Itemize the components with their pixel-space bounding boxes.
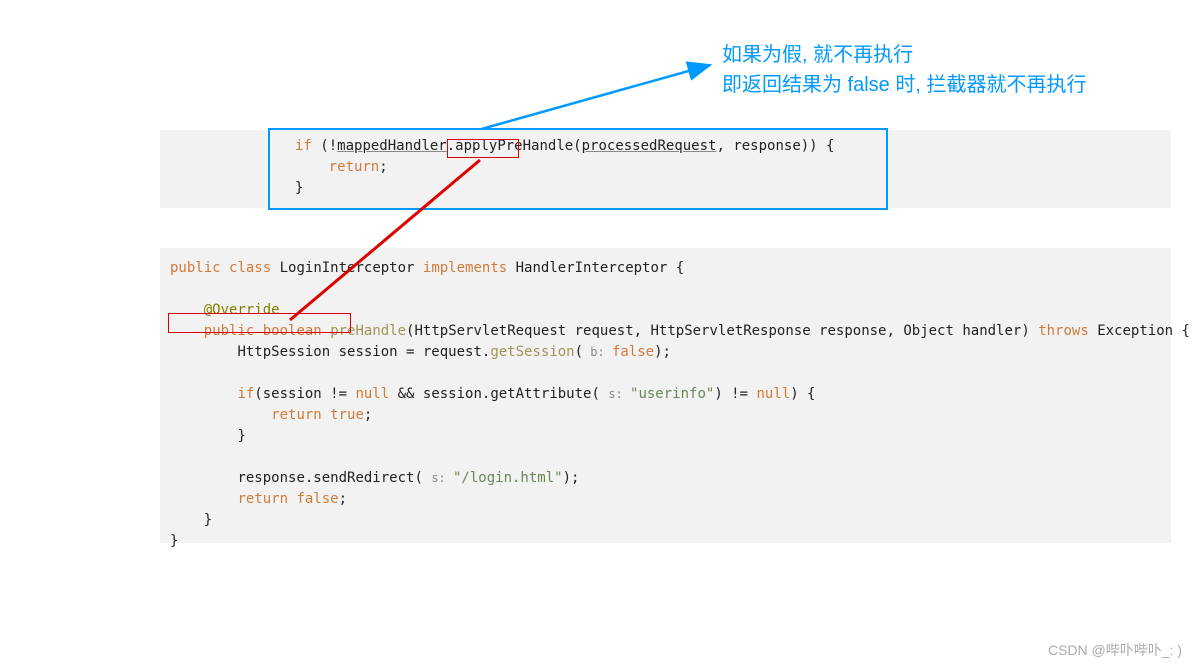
ifcond-a: (session != [254,386,355,402]
kw-if2: if [237,386,254,402]
lparen: ( [573,138,581,154]
redirect-b: ); [563,470,580,486]
kw-boolean: boolean [263,323,322,339]
mappedHandler: mappedHandler [337,138,447,154]
rbrace4: } [170,533,178,549]
annotation-line1: 如果为假, 就不再执行 [722,40,1086,70]
kw-return3: return [237,491,288,507]
annotation-text: 如果为假, 就不再执行 即返回结果为 false 时, 拦截器就不再执行 [722,40,1086,100]
semi: ; [379,159,387,175]
processedRequest: processedRequest [582,138,717,154]
dot-apply: .apply [447,138,498,154]
kw-true: true [330,407,364,423]
iface: HandlerInterceptor { [507,260,684,276]
rbrace2: } [237,428,245,444]
kw-throws: throws [1038,323,1089,339]
rest-args: , response)) { [716,138,834,154]
kw-implements: implements [423,260,507,276]
ifcond-b: ) != [714,386,756,402]
method-preHandle: preHandle [330,323,406,339]
annotation-line2: 即返回结果为 false 时, 拦截器就不再执行 [722,70,1086,100]
session-line-a: HttpSession session = request. [237,344,490,360]
PreHandle-call: PreHandle [497,138,573,154]
kw-false: false [612,344,654,360]
and-op: && session.getAttribute( [389,386,608,402]
anno-override: @Override [204,302,280,318]
code-block-interceptor: public class LoginInterceptor implements… [160,248,1171,543]
kw-return2: return [271,407,322,423]
kw-return: return [329,159,380,175]
kw-class: class [229,260,271,276]
str-userinfo: "userinfo" [630,386,714,402]
str-login: "/login.html" [453,470,563,486]
getSession: getSession [490,344,574,360]
rbrace: } [295,180,303,196]
close-paren: ); [654,344,671,360]
watermark: CSDN @哔卟哔卟_: ) [1048,640,1182,660]
semi3: ; [339,491,347,507]
method-args: (HttpServletRequest request, HttpServlet… [406,323,1038,339]
exception: Exception { [1089,323,1190,339]
hint-s: s: [608,387,630,401]
redirect-a: response.sendRedirect( [237,470,431,486]
kw-null: null [355,386,389,402]
code-block-dispatch: if (!mappedHandler.applyPreHandle(proces… [160,130,1171,208]
hint-b: b: [583,345,612,359]
kw-if: if [295,138,312,154]
kw-public: public [170,260,221,276]
op-not: ! [329,138,337,154]
ifcond-c: ) { [790,386,815,402]
kw-public2: public [204,323,255,339]
kw-false2: false [296,491,338,507]
hint-s2: s: [431,471,453,485]
semi2: ; [364,407,372,423]
rbrace3: } [204,512,212,528]
kw-null2: null [756,386,790,402]
classname: LoginInterceptor [271,260,423,276]
